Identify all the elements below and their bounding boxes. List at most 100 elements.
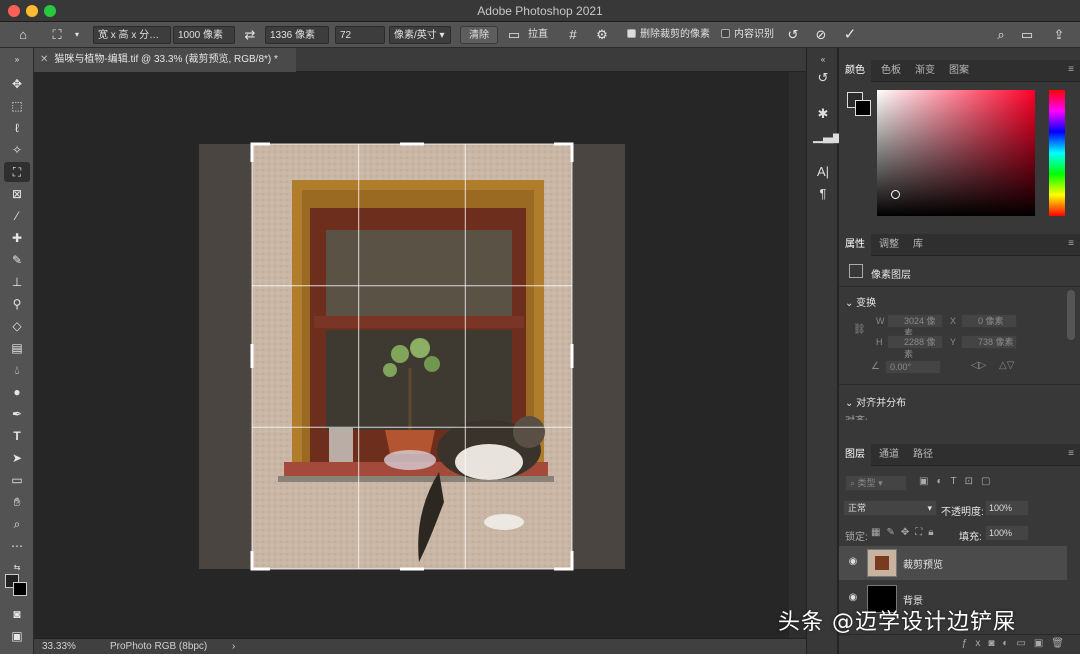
tab-gradients[interactable]: 渐变 (909, 60, 941, 82)
delete-cropped-checkbox[interactable]: 删除裁剪的像素 (627, 26, 710, 44)
resolution-unit-select[interactable]: 像素/英寸 ▾ (389, 26, 451, 44)
share-icon[interactable]: ⇪ (1050, 26, 1068, 44)
character-icon[interactable]: A| (813, 162, 833, 182)
zoom-level[interactable]: 33.33% (42, 639, 76, 654)
transform-width-field[interactable]: W 3024 像素 (876, 314, 943, 338)
transform-height-field[interactable]: H 2288 像素 (876, 335, 943, 359)
magic-wand-tool-icon[interactable]: ✧ (4, 140, 30, 160)
properties-scrollbar[interactable] (1067, 290, 1075, 340)
home-icon[interactable]: ⌂ (14, 26, 32, 44)
layer-action-icons[interactable]: ƒx◙◐▭▣🗑︎ (962, 638, 1072, 649)
layer-name[interactable]: 裁剪预览 (903, 556, 943, 571)
healing-brush-tool-icon[interactable]: ✚ (4, 228, 30, 248)
eye-icon[interactable]: ◉ (847, 593, 859, 603)
collapse-dock-icon[interactable]: « (813, 50, 833, 70)
tab-properties[interactable]: 属性 (839, 234, 871, 256)
tab-patterns[interactable]: 图案 (943, 60, 975, 82)
histogram-icon[interactable]: ▁▃▅ (813, 126, 843, 146)
opacity-input[interactable]: 100% (985, 500, 1029, 516)
hue-slider[interactable] (1049, 90, 1065, 216)
tab-color[interactable]: 颜色 (839, 60, 871, 82)
lock-options-icons[interactable]: ▦✎✥⛶🔒︎ (871, 527, 940, 538)
screen-mode-icon[interactable]: ▣ (4, 626, 30, 646)
overlay-grid-icon[interactable]: # (564, 26, 582, 44)
pen-tool-icon[interactable]: ✒ (4, 404, 30, 424)
background-color-swatch[interactable] (13, 582, 27, 596)
canvas-area[interactable] (34, 72, 789, 638)
move-tool-icon[interactable]: ✥ (4, 74, 30, 94)
tab-libraries[interactable]: 库 (907, 234, 929, 256)
eye-icon[interactable]: ◉ (847, 557, 859, 567)
cancel-crop-icon[interactable]: ⊘ (812, 26, 830, 44)
tab-channels[interactable]: 通道 (873, 444, 905, 466)
gradient-tool-icon[interactable]: ▤ (4, 338, 30, 358)
collapse-toolbar-icon[interactable]: » (4, 50, 30, 70)
panel-menu-icon[interactable]: ≡ (1068, 449, 1074, 459)
eyedropper-tool-icon[interactable]: ⁄ (4, 206, 30, 226)
eraser-tool-icon[interactable]: ◇ (4, 316, 30, 336)
stamp-tool-icon[interactable]: ⊥ (4, 272, 30, 292)
blur-tool-icon[interactable]: 💧︎ (4, 360, 30, 380)
transform-section-toggle[interactable]: ⌄ 变换 (845, 294, 876, 309)
zoom-tool-icon[interactable]: ⌕ (4, 514, 30, 534)
hand-tool-icon[interactable]: ✋︎ (4, 492, 30, 512)
path-selection-tool-icon[interactable]: ➤ (4, 448, 30, 468)
panel-menu-icon[interactable]: ≡ (1068, 239, 1074, 249)
marquee-tool-icon[interactable]: ⬚ (4, 96, 30, 116)
content-aware-checkbox[interactable]: 内容识别 (721, 26, 774, 44)
reset-icon[interactable]: ↺ (784, 26, 802, 44)
vertical-scrollbar[interactable] (789, 72, 806, 638)
layer-filter-select[interactable]: ⌕ 类型 ▾ (845, 475, 907, 491)
gear-icon[interactable]: ⚙ (593, 26, 611, 44)
paragraph-icon[interactable]: ¶ (813, 184, 833, 204)
tab-paths[interactable]: 路径 (907, 444, 939, 466)
document-tab[interactable]: ✕ 猫咪与植物-编辑.tif @ 33.3% (裁剪预览, RGB/8*) * (34, 48, 296, 72)
transform-y-field[interactable]: Y 738 像素 (950, 335, 1017, 349)
frame-tool-icon[interactable]: ⊠ (4, 184, 30, 204)
crop-preview-canvas[interactable] (34, 72, 789, 638)
straighten-icon[interactable]: ▭ (505, 26, 523, 44)
history-brush-tool-icon[interactable]: ⚲ (4, 294, 30, 314)
resolution-input[interactable]: 72 (335, 26, 385, 44)
close-tab-icon[interactable]: ✕ (40, 54, 48, 65)
search-icon[interactable]: ⌕ (992, 26, 1010, 44)
dodge-tool-icon[interactable]: ● (4, 382, 30, 402)
lasso-tool-icon[interactable]: ℓ (4, 118, 30, 138)
navigator-icon[interactable]: ✱ (813, 104, 833, 124)
straighten-label[interactable]: 拉直 (528, 26, 548, 44)
color-profile[interactable]: ProPhoto RGB (8bpc) (110, 639, 207, 654)
commit-crop-icon[interactable]: ✓ (841, 26, 859, 44)
quick-mask-icon[interactable]: ◙ (4, 604, 30, 624)
crop-tool-preset-icon[interactable]: ⛶ (48, 26, 66, 44)
type-tool-icon[interactable]: T (4, 426, 30, 446)
align-section-toggle[interactable]: ⌄ 对齐并分布 (845, 394, 906, 409)
crop-width-input[interactable]: 1000 像素 (173, 26, 235, 44)
panel-menu-icon[interactable]: ≡ (1068, 65, 1074, 75)
color-field[interactable] (877, 90, 1035, 216)
chevron-down-icon[interactable]: ▾ (68, 26, 86, 44)
history-icon[interactable]: ↺ (813, 68, 833, 88)
rectangle-tool-icon[interactable]: ▭ (4, 470, 30, 490)
workspace-icon[interactable]: ▭ (1018, 26, 1036, 44)
flip-vertical-icon[interactable]: △▽ (999, 360, 1014, 371)
crop-tool-icon[interactable]: ⛶ (4, 162, 30, 182)
swap-dimensions-icon[interactable]: ⇄ (241, 26, 259, 44)
tab-swatches[interactable]: 色板 (875, 60, 907, 82)
layer-filter-icons[interactable]: ▣◐T⊡▢ (919, 476, 998, 487)
flip-horizontal-icon[interactable]: ◁▷ (971, 360, 986, 371)
link-icon[interactable]: ⛓ (853, 324, 866, 335)
ratio-preset-select[interactable]: 宽 x 高 x 分… ▾ (93, 26, 171, 59)
tab-layers[interactable]: 图层 (839, 444, 871, 466)
brush-tool-icon[interactable]: ✎ (4, 250, 30, 270)
blend-mode-select[interactable]: 正常 ▾ (843, 500, 937, 516)
transform-x-field[interactable]: X0 像素 (950, 314, 1017, 328)
clear-button[interactable]: 清除 (460, 26, 498, 44)
layer-row[interactable]: ◉ 裁剪预览 (839, 546, 1067, 580)
chevron-right-icon[interactable]: › (232, 639, 235, 654)
color-picker-cursor[interactable] (891, 190, 900, 199)
fill-input[interactable]: 100% (985, 525, 1029, 541)
tab-adjustments[interactable]: 调整 (873, 234, 905, 256)
rotation-angle-field[interactable]: 0.00° (885, 360, 941, 374)
more-tools-icon[interactable]: ⋯ (4, 536, 30, 556)
background-color-swatch[interactable] (855, 100, 871, 116)
